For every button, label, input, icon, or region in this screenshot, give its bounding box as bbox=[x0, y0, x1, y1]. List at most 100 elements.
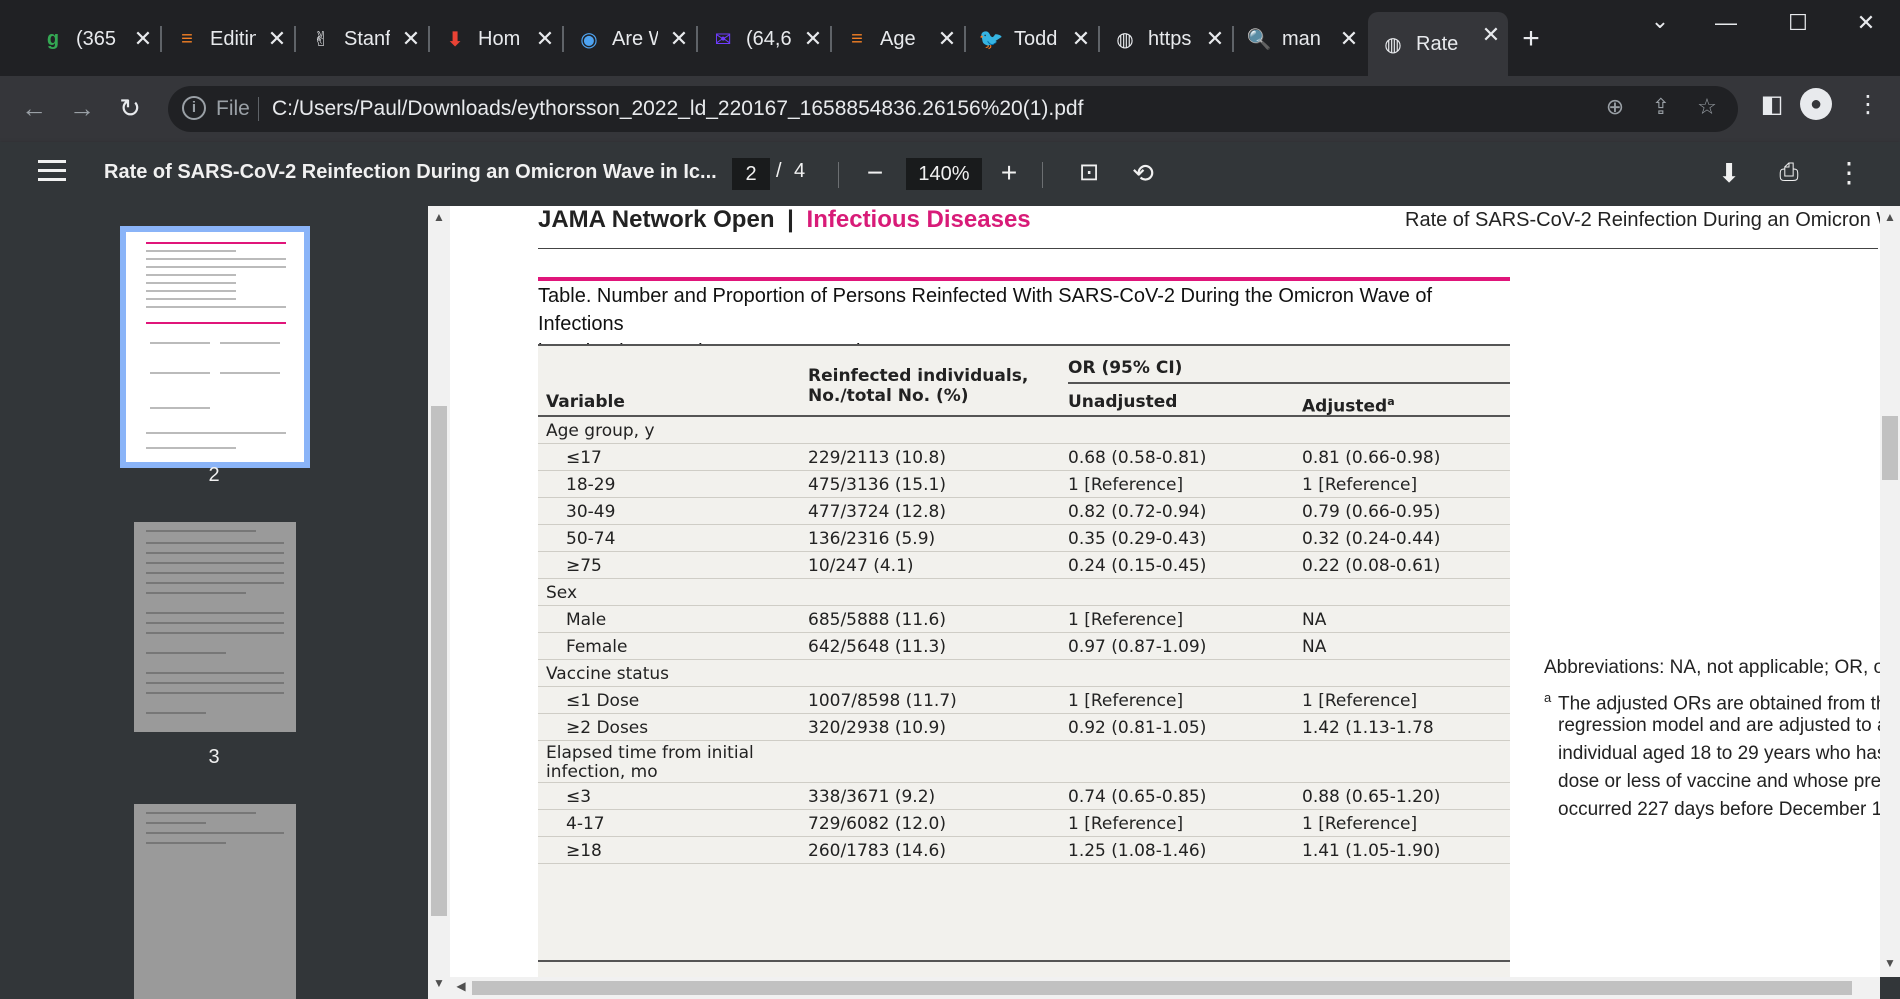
footnote-line: dose or less of vaccine and whose previ bbox=[1558, 771, 1880, 792]
sidebar-scrollbar[interactable]: ▲ ▼ bbox=[428, 206, 450, 999]
tab-favicon-icon: ≡ bbox=[181, 27, 193, 50]
page-thumbnail[interactable] bbox=[120, 226, 310, 468]
cell-unadjusted: 1 [Reference] bbox=[1068, 475, 1184, 495]
scroll-up-arrow[interactable]: ▲ bbox=[1880, 210, 1900, 224]
tab-close-icon[interactable]: ✕ bbox=[936, 26, 958, 52]
cell-variable: ≥75 bbox=[566, 556, 602, 576]
browser-tab[interactable]: ◍ https ✕ bbox=[1100, 16, 1234, 62]
browser-tab[interactable]: 🔍 man ✕ bbox=[1234, 16, 1366, 62]
document-vertical-scrollbar[interactable]: ▲ ▼ bbox=[1880, 206, 1900, 977]
profile-avatar[interactable]: ● bbox=[1800, 88, 1832, 120]
page-number-input[interactable]: 2 bbox=[732, 158, 770, 190]
tab-close-icon[interactable]: ✕ bbox=[1480, 22, 1502, 48]
sidebar-menu-icon[interactable] bbox=[38, 160, 66, 184]
cell-variable: Male bbox=[566, 610, 607, 630]
page-thumbnail[interactable] bbox=[134, 804, 296, 999]
browser-tab[interactable]: g (365 ✕ bbox=[28, 16, 162, 62]
tab-search-icon[interactable]: ⌄ bbox=[1640, 8, 1680, 34]
fit-page-icon[interactable]: ⊡ bbox=[1072, 156, 1106, 190]
maximize-button[interactable]: ☐ bbox=[1778, 10, 1818, 36]
cell-variable: ≥2 Doses bbox=[566, 718, 649, 738]
side-panel-icon[interactable]: ◧ bbox=[1754, 90, 1790, 119]
cell-adjusted: 1.42 (1.13-1.78 bbox=[1302, 718, 1434, 738]
tab-favicon-icon: g bbox=[46, 27, 60, 50]
close-window-button[interactable]: ✕ bbox=[1846, 10, 1886, 36]
share-icon[interactable]: ⇪ bbox=[1646, 94, 1676, 120]
cell-adjusted: 1 [Reference] bbox=[1302, 691, 1418, 711]
document-scroll-thumb[interactable] bbox=[1882, 416, 1898, 480]
table-row: 18-29 475/3136 (15.1) 1 [Reference] 1 [Refe… bbox=[538, 471, 1510, 498]
page-thumbnail[interactable] bbox=[134, 522, 296, 732]
back-button[interactable]: ← bbox=[16, 90, 52, 126]
page-total: 4 bbox=[794, 160, 806, 182]
address-bar[interactable]: i File C:/Users/Paul/Downloads/eythorsso… bbox=[168, 86, 1738, 132]
tab-label: Todd bbox=[1014, 27, 1058, 50]
cell-unadjusted: 0.82 (0.72-0.94) bbox=[1068, 502, 1207, 522]
cell-reinfected: 477/3724 (12.8) bbox=[808, 502, 946, 522]
document-horizontal-scrollbar[interactable]: ◀ bbox=[450, 977, 1880, 999]
info-icon[interactable]: i bbox=[182, 96, 206, 120]
cell-reinfected: 136/2316 (5.9) bbox=[808, 529, 936, 549]
zoom-out-button[interactable]: − bbox=[858, 156, 892, 190]
cell-reinfected: 10/247 (4.1) bbox=[808, 556, 914, 576]
zoom-icon[interactable]: ⊕ bbox=[1600, 94, 1630, 120]
print-icon[interactable]: ⎙ bbox=[1772, 156, 1806, 190]
cell-variable: ≤3 bbox=[566, 787, 592, 807]
browser-tab[interactable]: ◍ Rate ✕ bbox=[1368, 12, 1508, 76]
scheme-label: File bbox=[216, 97, 250, 120]
pdf-page-view: JAMA Network Open | Infectious Diseases … bbox=[450, 206, 1880, 977]
tab-close-icon[interactable]: ✕ bbox=[266, 26, 288, 52]
tab-close-icon[interactable]: ✕ bbox=[1070, 26, 1092, 52]
footnote-mark: a bbox=[1544, 690, 1552, 705]
scroll-left-arrow[interactable]: ◀ bbox=[454, 979, 468, 993]
header-reinfected-line: No./total No. (%) bbox=[808, 386, 969, 406]
omnibox-divider bbox=[258, 97, 259, 121]
forward-button[interactable]: → bbox=[64, 90, 100, 126]
thumbnail-label: 3 bbox=[208, 746, 220, 768]
pdf-more-icon[interactable]: ⋮ bbox=[1832, 156, 1866, 190]
scroll-down-arrow[interactable]: ▼ bbox=[428, 976, 450, 990]
cell-unadjusted: 1 [Reference] bbox=[1068, 814, 1184, 834]
tab-close-icon[interactable]: ✕ bbox=[1338, 26, 1360, 52]
table-top-rule bbox=[538, 344, 1510, 346]
cell-adjusted: 1 [Reference] bbox=[1302, 814, 1418, 834]
cell-adjusted: 0.79 (0.66-0.95) bbox=[1302, 502, 1441, 522]
minimize-button[interactable]: — bbox=[1706, 10, 1746, 36]
tab-close-icon[interactable]: ✕ bbox=[802, 26, 824, 52]
tab-close-icon[interactable]: ✕ bbox=[1204, 26, 1226, 52]
browser-tab[interactable]: ✉ (64,6 ✕ bbox=[698, 16, 832, 62]
tab-close-icon[interactable]: ✕ bbox=[534, 26, 556, 52]
bookmark-star-icon[interactable]: ☆ bbox=[1692, 94, 1722, 120]
scroll-down-arrow[interactable]: ▼ bbox=[1880, 956, 1900, 970]
tab-close-icon[interactable]: ✕ bbox=[132, 26, 154, 52]
scroll-up-arrow[interactable]: ▲ bbox=[428, 210, 450, 224]
browser-tab[interactable]: ≡ Age ✕ bbox=[832, 16, 966, 62]
zoom-in-button[interactable]: + bbox=[992, 156, 1026, 190]
url-text[interactable]: C:/Users/Paul/Downloads/eythorsson_2022_… bbox=[272, 97, 1083, 121]
header-rule bbox=[538, 248, 1878, 249]
zoom-level-input[interactable]: 140% bbox=[906, 158, 982, 190]
tab-close-icon[interactable]: ✕ bbox=[400, 26, 422, 52]
table-row: 30-49 477/3724 (12.8) 0.82 (0.72-0.94) 0.79… bbox=[538, 498, 1510, 525]
reload-button[interactable]: ↻ bbox=[112, 90, 148, 126]
browser-tab[interactable]: 🐦 Todd ✕ bbox=[966, 16, 1100, 62]
tab-label: Are W bbox=[612, 27, 658, 50]
cell-reinfected: 729/6082 (12.0) bbox=[808, 814, 946, 834]
sidebar-scroll-thumb[interactable] bbox=[431, 406, 447, 916]
table-bottom-rule bbox=[538, 960, 1510, 962]
browser-tab[interactable]: ◉ Are W ✕ bbox=[564, 16, 698, 62]
cell-variable: Female bbox=[566, 637, 628, 657]
document-hscroll-thumb[interactable] bbox=[472, 981, 1852, 995]
rotate-icon[interactable]: ⟲ bbox=[1126, 156, 1160, 190]
browser-tab[interactable]: ✌ Stanf ✕ bbox=[296, 16, 430, 62]
table-row: 4-17 729/6082 (12.0) 1 [Reference] 1 [Refer… bbox=[538, 810, 1510, 837]
tab-close-icon[interactable]: ✕ bbox=[668, 26, 690, 52]
new-tab-button[interactable]: + bbox=[1514, 22, 1548, 56]
table-row: 50-74 136/2316 (5.9) 0.35 (0.29-0.43) 0.32 … bbox=[538, 525, 1510, 552]
download-icon[interactable]: ⬇ bbox=[1712, 156, 1746, 190]
table-row: Male 685/5888 (11.6) 1 [Reference] NA bbox=[538, 606, 1510, 633]
browser-menu-icon[interactable]: ⋮ bbox=[1850, 90, 1886, 119]
browser-tab[interactable]: ≡ Editin ✕ bbox=[162, 16, 296, 62]
browser-tab[interactable]: ⬇ Hom ✕ bbox=[430, 16, 564, 62]
cell-reinfected: 320/2938 (10.9) bbox=[808, 718, 946, 738]
